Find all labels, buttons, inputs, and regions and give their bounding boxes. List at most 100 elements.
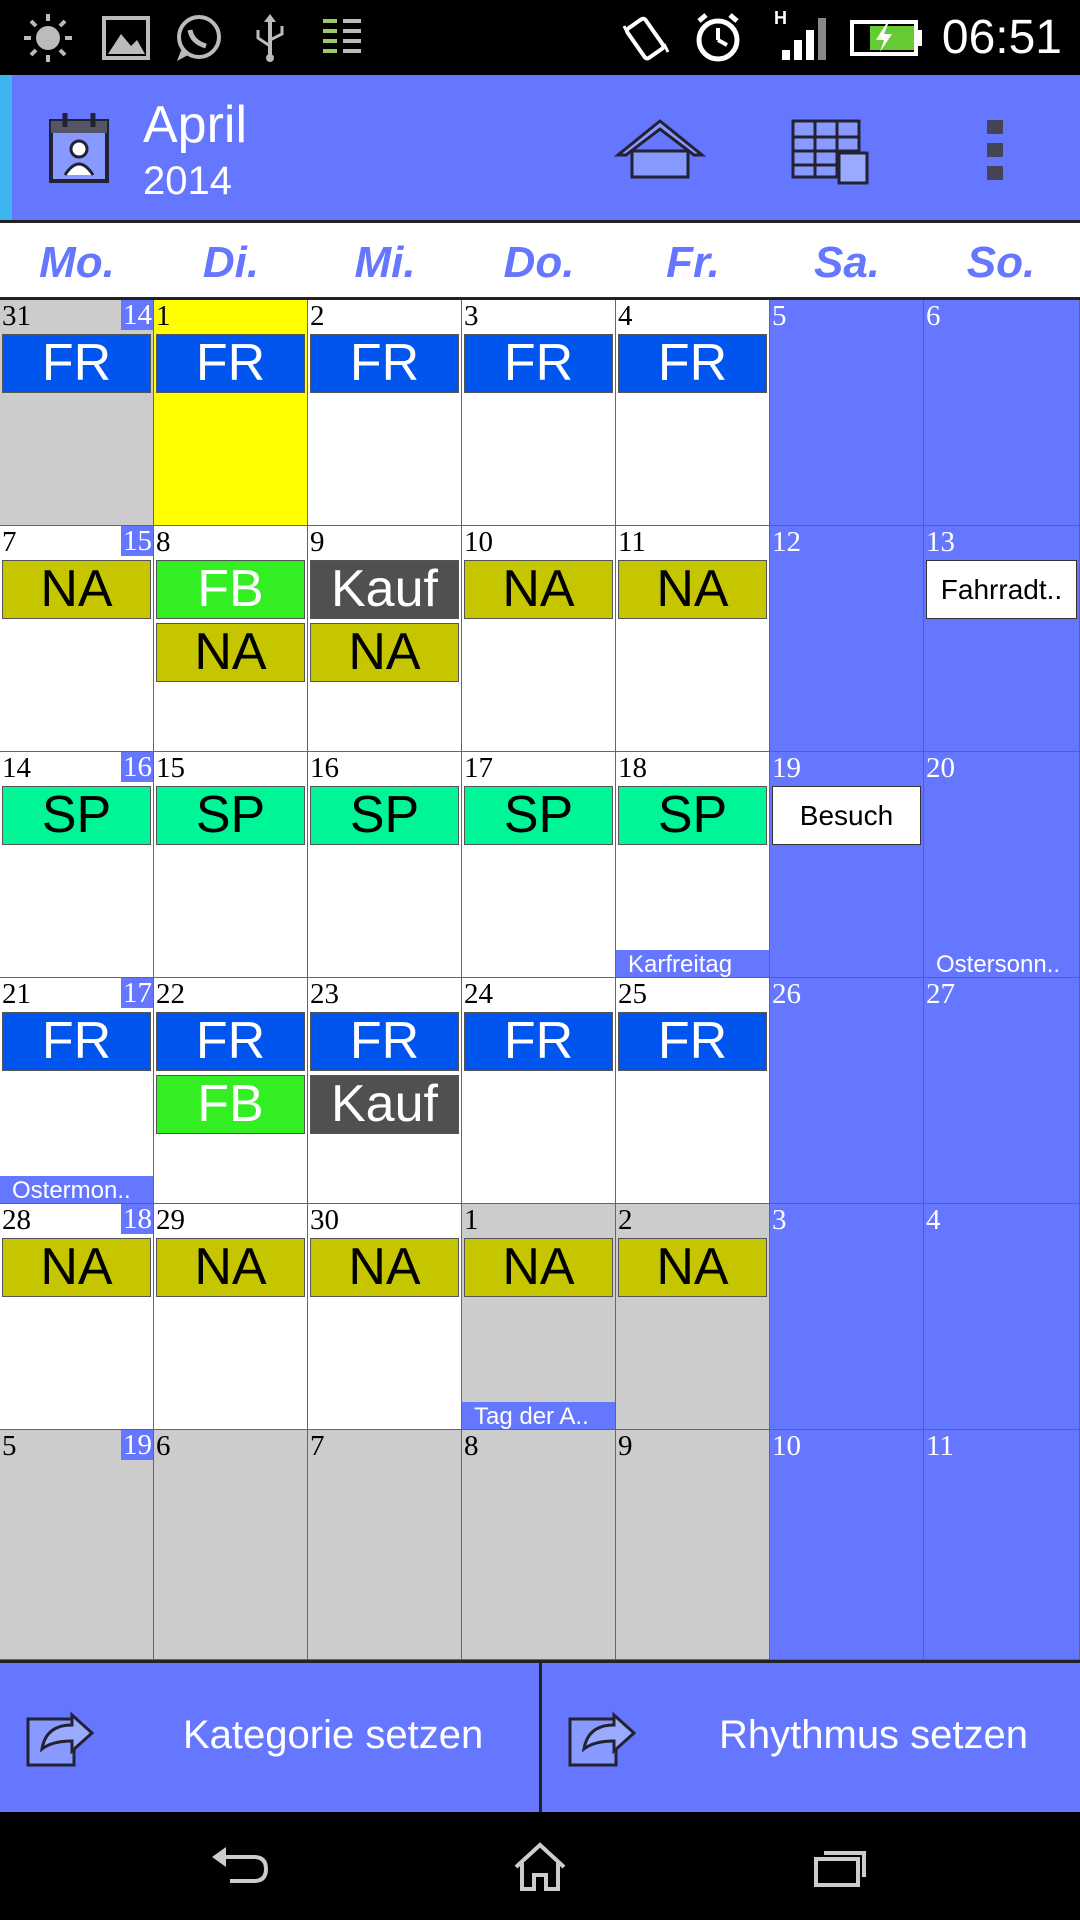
event-chip[interactable]: NA	[2, 560, 151, 619]
day-cell[interactable]: 20 Ostersonn..	[924, 752, 1080, 978]
day-cell[interactable]: 12	[770, 526, 924, 752]
event-chip[interactable]: FB	[156, 1075, 305, 1134]
day-cell[interactable]: 5	[770, 300, 924, 526]
day-cell[interactable]: 27	[924, 978, 1080, 1204]
day-cell[interactable]: 8 FB NA	[154, 526, 308, 752]
event-chip[interactable]: FR	[310, 1012, 459, 1071]
event-chip[interactable]: NA	[156, 1238, 305, 1297]
event-chip[interactable]: FR	[618, 1012, 767, 1071]
home-icon[interactable]	[610, 105, 710, 195]
day-cell[interactable]: 17 SP	[462, 752, 616, 978]
day-cell[interactable]: 4	[924, 1204, 1080, 1430]
day-cell[interactable]: 13 Fahrradt..	[924, 526, 1080, 752]
day-cell[interactable]: 9	[616, 1430, 770, 1660]
day-cell[interactable]: 11	[924, 1430, 1080, 1660]
event-chip[interactable]: Kauf	[310, 1075, 459, 1134]
event-chip[interactable]: NA	[156, 623, 305, 682]
navigation-bar	[0, 1812, 1080, 1920]
overflow-menu-icon[interactable]	[970, 105, 1020, 195]
event-chip[interactable]: FR	[2, 334, 151, 393]
day-cell[interactable]: 10 NA	[462, 526, 616, 752]
day-cell[interactable]: 6	[924, 300, 1080, 526]
day-cell[interactable]: 30 NA	[308, 1204, 462, 1430]
day-cell[interactable]: 1 FR	[154, 300, 308, 526]
event-chip[interactable]: FR	[310, 334, 459, 393]
calendar-view-icon[interactable]	[780, 105, 880, 195]
event-chip[interactable]: NA	[464, 560, 613, 619]
day-cell[interactable]: 2 NA	[616, 1204, 770, 1430]
day-number: 7	[2, 526, 17, 558]
day-number: 20	[926, 752, 955, 784]
day-cell[interactable]: 29 NA	[154, 1204, 308, 1430]
day-cell[interactable]: 4 FR	[616, 300, 770, 526]
event-chip[interactable]: Kauf	[310, 560, 459, 619]
event-chip[interactable]: SP	[618, 786, 767, 845]
weekday-thu: Do.	[503, 238, 575, 287]
event-chip[interactable]: FR	[618, 334, 767, 393]
event-chip[interactable]: NA	[2, 1238, 151, 1297]
event-chip[interactable]: NA	[618, 560, 767, 619]
event-chip[interactable]: FR	[2, 1012, 151, 1071]
day-cell[interactable]: 7 15 NA	[0, 526, 154, 752]
day-cell[interactable]: 16 SP	[308, 752, 462, 978]
event-chip[interactable]: NA	[618, 1238, 767, 1297]
brightness-icon	[20, 10, 76, 66]
battery-charging-icon	[848, 10, 926, 66]
day-cell[interactable]: 9 Kauf NA	[308, 526, 462, 752]
day-cell[interactable]: 19 Besuch	[770, 752, 924, 978]
day-cell[interactable]: 21 17 FR Ostermon..	[0, 978, 154, 1204]
weekday-mon: Mo.	[39, 238, 115, 287]
day-cell[interactable]: 25 FR	[616, 978, 770, 1204]
day-cell[interactable]: 22 FR FB	[154, 978, 308, 1204]
day-cell[interactable]: 26	[770, 978, 924, 1204]
day-cell[interactable]: 3 FR	[462, 300, 616, 526]
event-chip[interactable]: FR	[156, 1012, 305, 1071]
day-cell[interactable]: 24 FR	[462, 978, 616, 1204]
event-chip[interactable]: FR	[464, 1012, 613, 1071]
day-cell[interactable]: 18 SP Karfreitag	[616, 752, 770, 978]
day-number: 26	[772, 978, 801, 1010]
day-cell[interactable]: 6	[154, 1430, 308, 1660]
event-chip[interactable]: FR	[464, 334, 613, 393]
action-bar: April 2014	[0, 75, 1080, 223]
day-cell[interactable]: 23 FR Kauf	[308, 978, 462, 1204]
drawer-indicator[interactable]	[0, 75, 12, 220]
holiday-label: Karfreitag	[616, 950, 769, 977]
day-cell[interactable]: 3	[770, 1204, 924, 1430]
weekday-wed: Mi.	[354, 238, 416, 287]
day-number: 2	[310, 300, 325, 332]
event-chip[interactable]: NA	[310, 1238, 459, 1297]
day-number: 3	[772, 1204, 787, 1236]
day-cell[interactable]: 1 NA Tag der A..	[462, 1204, 616, 1430]
event-note[interactable]: Besuch	[772, 786, 921, 845]
holiday-label: Ostersonn..	[924, 950, 1079, 977]
event-chip[interactable]: NA	[464, 1238, 613, 1297]
recents-icon[interactable]	[795, 1832, 885, 1902]
home-icon[interactable]	[495, 1832, 585, 1902]
day-cell[interactable]: 10	[770, 1430, 924, 1660]
event-chip[interactable]: FR	[156, 334, 305, 393]
event-chip[interactable]: SP	[2, 786, 151, 845]
event-chip[interactable]: NA	[310, 623, 459, 682]
event-note[interactable]: Fahrradt..	[926, 560, 1077, 619]
day-cell[interactable]: 28 18 NA	[0, 1204, 154, 1430]
app-calendar-icon[interactable]	[40, 103, 120, 193]
day-cell[interactable]: 14 16 SP	[0, 752, 154, 978]
day-number: 24	[464, 978, 493, 1010]
set-rhythm-button[interactable]: Rhythmus setzen	[542, 1663, 1080, 1812]
day-cell[interactable]: 5 19	[0, 1430, 154, 1660]
event-chip[interactable]: FB	[156, 560, 305, 619]
event-chip[interactable]: SP	[310, 786, 459, 845]
day-cell[interactable]: 8	[462, 1430, 616, 1660]
share-edit-icon	[24, 1703, 96, 1776]
back-icon[interactable]	[195, 1832, 285, 1902]
day-cell[interactable]: 7	[308, 1430, 462, 1660]
event-chip[interactable]: SP	[464, 786, 613, 845]
weekday-sun: So.	[966, 238, 1036, 287]
day-cell[interactable]: 11 NA	[616, 526, 770, 752]
event-chip[interactable]: SP	[156, 786, 305, 845]
day-cell[interactable]: 2 FR	[308, 300, 462, 526]
day-cell[interactable]: 31 14 FR	[0, 300, 154, 526]
set-category-button[interactable]: Kategorie setzen	[0, 1663, 539, 1812]
day-cell[interactable]: 15 SP	[154, 752, 308, 978]
